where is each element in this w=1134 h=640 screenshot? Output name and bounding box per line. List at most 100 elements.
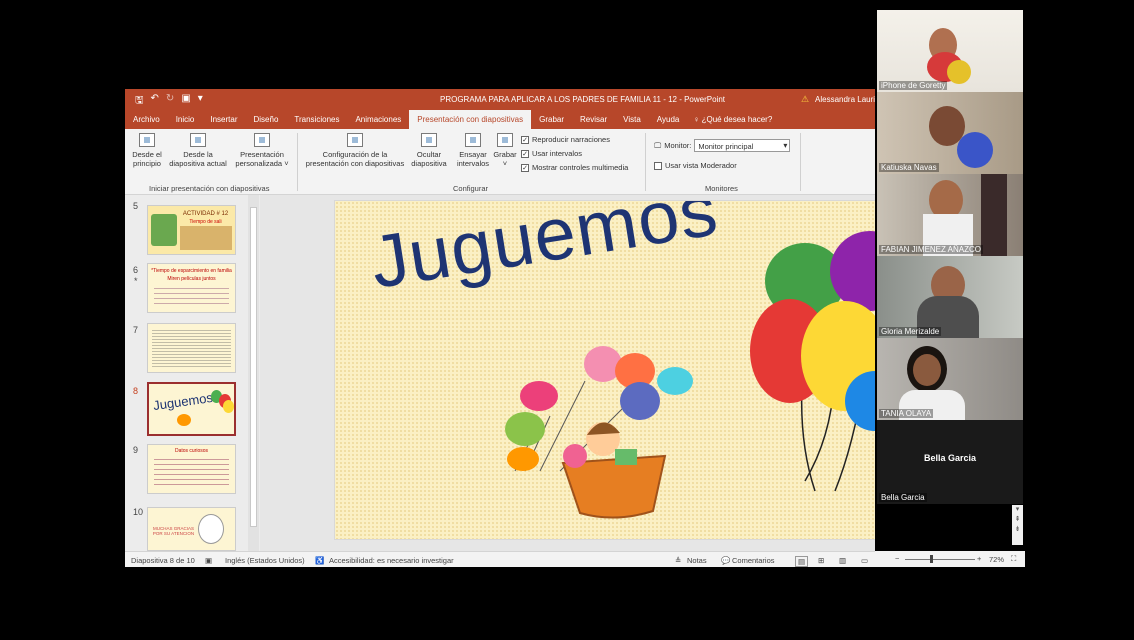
zoom-level[interactable]: 72% bbox=[989, 555, 1004, 564]
thumb-number: 10 bbox=[133, 507, 144, 517]
customize-icon[interactable]: ▾ bbox=[198, 93, 203, 110]
hide-slide-button[interactable]: Ocultar diapositiva bbox=[409, 133, 449, 168]
quick-access-toolbar: 🖫 ↶ ↻ ▣ ▾ bbox=[135, 93, 203, 110]
from-beginning-button[interactable]: Desde el principio bbox=[131, 133, 163, 168]
participant-tile[interactable]: iPhone de Goretty bbox=[877, 10, 1023, 92]
setup-label-1: Configuración de la bbox=[322, 150, 388, 159]
tab-ayuda[interactable]: Ayuda bbox=[649, 110, 688, 129]
comments-icon: 💬 bbox=[721, 556, 731, 565]
current-slide[interactable]: Juguemos bbox=[334, 200, 875, 540]
thumbnail-slide-5[interactable]: ACTIVIDAD # 12 Tiempo de sali bbox=[147, 205, 236, 255]
participant-display-name: Bella Garcia bbox=[923, 453, 977, 463]
zoom-out-button[interactable]: − bbox=[895, 554, 899, 563]
narrations-checkbox[interactable]: ✓ Reproducir narraciones bbox=[521, 135, 610, 144]
powerpoint-window: 🖫 ↶ ↻ ▣ ▾ PROGRAMA PARA APLICAR A LOS PA… bbox=[125, 89, 875, 567]
video-participants-panel: iPhone de Goretty Katiuska Navas FABIAN … bbox=[877, 10, 1023, 504]
monitor-select[interactable]: Monitor principal bbox=[694, 139, 791, 152]
redo-icon[interactable]: ↻ bbox=[166, 93, 174, 110]
participant-tile[interactable]: Katiuska Navas bbox=[877, 92, 1023, 174]
save-icon[interactable]: 🖫 bbox=[135, 93, 144, 110]
user-name[interactable]: Alessandra Lauri bbox=[815, 95, 875, 104]
thumb-title: ACTIVIDAD # 12 bbox=[182, 211, 229, 217]
checkbox-icon: ✓ bbox=[521, 163, 529, 172]
zoom-in-button[interactable]: + bbox=[977, 554, 981, 563]
monitor-icon: 🖵 bbox=[654, 140, 662, 150]
normal-view-icon[interactable]: ▤ bbox=[795, 556, 809, 567]
participant-video bbox=[947, 60, 971, 84]
rehearse-timings-button[interactable]: Ensayar intervalos bbox=[455, 133, 491, 168]
tab-transiciones[interactable]: Transiciones bbox=[286, 110, 347, 129]
scroll-down-icon[interactable]: ▾ bbox=[1012, 505, 1023, 515]
tab-revisar[interactable]: Revisar bbox=[572, 110, 615, 129]
timings-checkbox[interactable]: ✓ Usar intervalos bbox=[521, 149, 582, 158]
custom-slideshow-button[interactable]: Presentación personalizada ˅ bbox=[233, 133, 291, 168]
tab-diseno[interactable]: Diseño bbox=[246, 110, 287, 129]
tab-vista[interactable]: Vista bbox=[615, 110, 649, 129]
thumb-image bbox=[177, 414, 191, 426]
monitor-label: Monitor: bbox=[664, 141, 692, 150]
thumb-number: 6 bbox=[133, 265, 139, 275]
from-beginning-icon[interactable]: ▣ bbox=[181, 93, 190, 110]
group-label-start: Iniciar presentación con diapositivas bbox=[149, 184, 270, 193]
slideshow-view-icon[interactable]: ▭ bbox=[861, 556, 868, 565]
zoom-slider-thumb[interactable] bbox=[930, 555, 933, 563]
participant-tile[interactable]: Gloria Merizalde bbox=[877, 256, 1023, 338]
setup-slideshow-button[interactable]: Configuración de la presentación con dia… bbox=[301, 133, 409, 168]
next-slide-icon[interactable]: ⇟ bbox=[1012, 525, 1023, 535]
scrollbar-thumb[interactable] bbox=[250, 207, 257, 527]
tab-inicio[interactable]: Inicio bbox=[168, 110, 203, 129]
thumbnail-slide-8[interactable]: Juguemos bbox=[147, 382, 236, 436]
accessibility-status[interactable]: Accesibilidad: es necesario investigar bbox=[329, 556, 454, 565]
thumb-subtitle: Tiempo de sali bbox=[189, 219, 222, 225]
reading-view-icon[interactable]: ▥ bbox=[839, 556, 846, 565]
thumbnail-slide-9[interactable]: Datos curiosos bbox=[147, 444, 236, 494]
status-bar: Diapositiva 8 de 10 ▣ Inglés (Estados Un… bbox=[125, 551, 875, 567]
thumb-image bbox=[198, 514, 224, 544]
thumb-title: Datos curiosos bbox=[174, 448, 209, 454]
thumb-title: *Tiempo de esparcimiento en familia bbox=[151, 268, 232, 274]
tell-me-box[interactable]: ♀ ¿Qué desea hacer? bbox=[687, 110, 780, 129]
thumbnail-slide-6[interactable]: *Tiempo de esparcimiento en familia Mire… bbox=[147, 263, 236, 313]
checkbox-icon: ✓ bbox=[521, 149, 529, 158]
comments-button[interactable]: Comentarios bbox=[732, 556, 775, 565]
timings-label: Usar intervalos bbox=[532, 149, 583, 158]
tab-archivo[interactable]: Archivo bbox=[125, 110, 168, 129]
thumb-image bbox=[151, 214, 177, 246]
tab-animaciones[interactable]: Animaciones bbox=[347, 110, 409, 129]
slide-scrollbar[interactable]: ▾ ⇞ ⇟ bbox=[1012, 505, 1023, 545]
thumbnails-scrollbar[interactable] bbox=[248, 195, 259, 551]
record-icon bbox=[497, 133, 513, 147]
thumbnail-slide-10[interactable]: MUCHAS GRACIAS POR SU ATENCION bbox=[147, 507, 236, 551]
animation-star-icon: * bbox=[134, 276, 138, 286]
tab-grabar[interactable]: Grabar bbox=[531, 110, 572, 129]
setup-label-2: presentación con diapositivas bbox=[305, 159, 405, 168]
slide-sorter-icon[interactable]: ⊞ bbox=[818, 556, 824, 565]
undo-icon[interactable]: ↶ bbox=[151, 93, 159, 110]
thumbnail-slide-7[interactable] bbox=[147, 323, 236, 373]
fit-slide-icon[interactable]: ⛶ bbox=[1011, 554, 1016, 564]
tab-insertar[interactable]: Insertar bbox=[202, 110, 245, 129]
presenter-view-checkbox[interactable]: Usar vista Moderador bbox=[654, 161, 737, 170]
notes-button[interactable]: Notas bbox=[687, 556, 707, 565]
separator bbox=[645, 133, 646, 191]
balloon-illustration bbox=[505, 231, 875, 519]
zoom-slider-track[interactable] bbox=[905, 559, 975, 560]
media-controls-label: Mostrar controles multimedia bbox=[532, 163, 629, 172]
participant-tile[interactable]: Bella Garcia Bella Garcia bbox=[877, 420, 1023, 504]
participant-tile[interactable]: FABIAN JIMENEZ AÑAZCO bbox=[877, 174, 1023, 256]
record-button[interactable]: Grabar ˅ bbox=[491, 133, 519, 168]
media-controls-checkbox[interactable]: ✓ Mostrar controles multimedia bbox=[521, 163, 628, 172]
rehearse-label-1: Ensayar bbox=[459, 150, 487, 159]
participant-tile[interactable]: TANIA OLAYA bbox=[877, 338, 1023, 420]
setup-icon bbox=[347, 133, 363, 147]
zoom-controls: − + 72% ⛶ bbox=[875, 551, 1025, 567]
thumb-number: 5 bbox=[133, 201, 139, 211]
spellcheck-icon[interactable]: ▣ bbox=[205, 556, 212, 565]
language-indicator[interactable]: Inglés (Estados Unidos) bbox=[225, 556, 305, 565]
tab-presentacion[interactable]: Presentación con diapositivas bbox=[409, 110, 532, 129]
hide-label-2: diapositiva bbox=[411, 159, 447, 168]
participant-name: FABIAN JIMENEZ AÑAZCO bbox=[879, 245, 984, 254]
from-current-button[interactable]: Desde la diapositiva actual bbox=[167, 133, 229, 168]
prev-slide-icon[interactable]: ⇞ bbox=[1012, 515, 1023, 525]
hot-air-balloon-kids bbox=[505, 346, 693, 519]
